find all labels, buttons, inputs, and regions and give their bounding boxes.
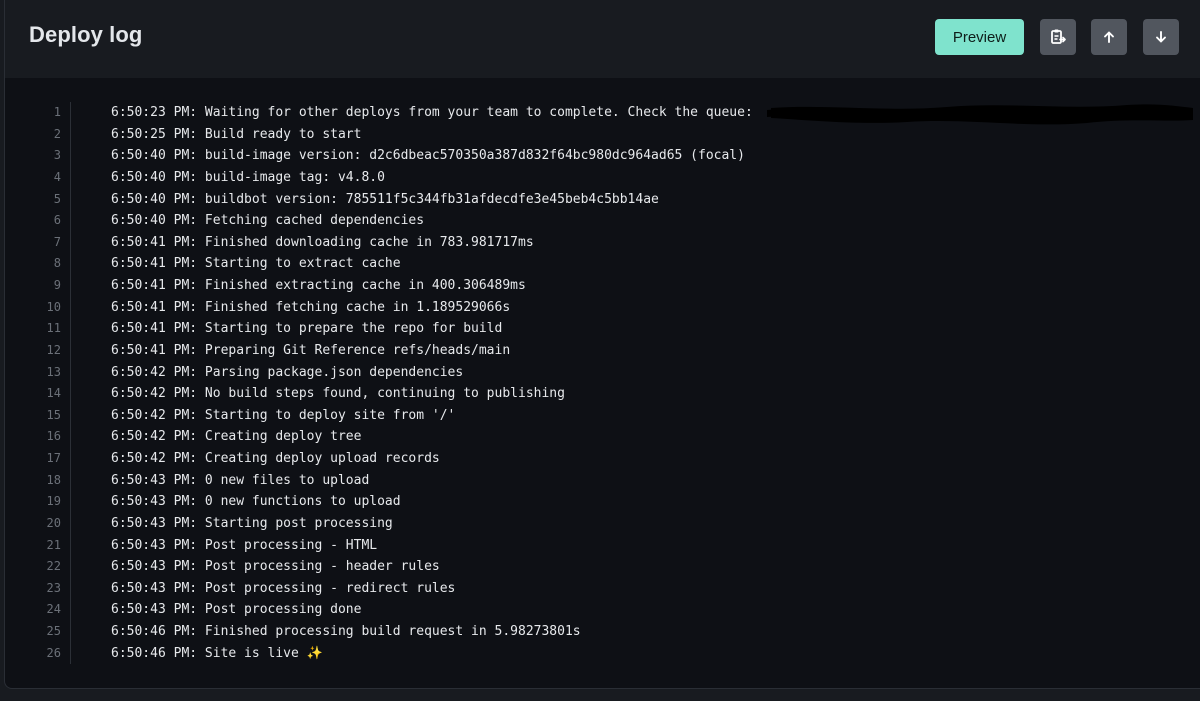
line-number: 4	[53, 169, 61, 184]
deploy-log-header: Deploy log Preview	[5, 0, 1200, 78]
line-number: 14	[46, 386, 61, 401]
log-line-text: 6:50:43 PM: 0 new files to upload	[111, 472, 370, 488]
line-number: 17	[46, 451, 61, 465]
line-number: 10	[46, 299, 61, 314]
log-line: 26 6:50:46 PM: Site is live ✨	[5, 643, 1200, 665]
scroll-to-top-button[interactable]	[1091, 19, 1127, 55]
log-line: 24 6:50:43 PM: Post processing done	[5, 599, 1200, 621]
line-number: 5	[53, 191, 61, 206]
log-line: 11 6:50:41 PM: Starting to prepare the re…	[5, 318, 1200, 340]
log-line: 17 6:50:42 PM: Creating deploy upload rec…	[5, 448, 1200, 470]
arrow-up-icon	[1104, 31, 1114, 43]
log-line: 8 6:50:41 PM: Starting to extract cache	[5, 253, 1200, 275]
log-line-text: 6:50:41 PM: Finished fetching cache in 1…	[111, 299, 511, 315]
clipboard-copy-icon	[1051, 29, 1066, 44]
arrow-down-icon	[1156, 31, 1166, 43]
log-line-text: 6:50:25 PM: Build ready to start	[111, 126, 362, 142]
log-line-text: 6:50:41 PM: Finished extracting cache in…	[111, 278, 526, 293]
preview-button[interactable]: Preview	[935, 19, 1024, 55]
line-number: 18	[46, 472, 61, 487]
line-number: 15	[46, 407, 61, 422]
page-title: Deploy log	[29, 22, 143, 47]
line-number: 25	[46, 624, 61, 638]
log-line: 19 6:50:43 PM: 0 new functions to upload	[5, 491, 1200, 513]
log-line-text: 6:50:43 PM: Post processing done	[111, 602, 362, 618]
log-line-text: 6:50:42 PM: Creating deploy upload recor…	[111, 451, 440, 466]
line-number: 3	[53, 148, 61, 163]
line-number: 8	[53, 256, 61, 271]
copy-log-button[interactable]	[1040, 19, 1076, 55]
log-line-text: 6:50:40 PM: build-image tag: v4.8.0	[111, 169, 385, 185]
log-line-text: 6:50:41 PM: Starting to extract cache	[111, 256, 401, 272]
log-line: 22 6:50:43 PM: Post processing - header r…	[5, 556, 1200, 578]
deploy-log-output: 1 6:50:23 PM: Waiting for other deploys f…	[5, 102, 1200, 664]
line-number: 9	[53, 278, 61, 292]
line-number: 1	[53, 105, 61, 119]
redacted-queue-link	[767, 104, 1193, 125]
log-line-text: 6:50:46 PM: Site is live ✨	[111, 645, 323, 661]
log-line: 10 6:50:41 PM: Finished fetching cache in…	[5, 297, 1200, 319]
log-line: 6 6:50:40 PM: Fetching cached dependencie…	[5, 210, 1200, 232]
log-line: 25 6:50:46 PM: Finished processing build …	[5, 621, 1200, 643]
line-number: 16	[46, 429, 61, 444]
line-number: 2	[53, 126, 61, 141]
scroll-to-bottom-button[interactable]	[1143, 19, 1179, 55]
line-number: 22	[46, 559, 61, 574]
line-number: 6	[53, 213, 61, 228]
log-line-text: 6:50:41 PM: Starting to prepare the repo…	[111, 321, 503, 337]
log-line-text: 6:50:43 PM: Post processing - HTML	[111, 537, 378, 553]
log-line: 14 6:50:42 PM: No build steps found, cont…	[5, 383, 1200, 405]
log-line-text: 6:50:46 PM: Finished processing build re…	[111, 624, 581, 639]
log-line-text: 6:50:43 PM: Post processing - redirect r…	[111, 580, 456, 596]
log-line-text: 6:50:23 PM: Waiting for other deploys fr…	[111, 105, 753, 120]
log-line: 23 6:50:43 PM: Post processing - redirect…	[5, 578, 1200, 600]
log-line-text: 6:50:43 PM: 0 new functions to upload	[111, 494, 401, 510]
log-line-text: 6:50:40 PM: buildbot version: 785511f5c3…	[111, 191, 659, 207]
log-line-text: 6:50:43 PM: Starting post processing	[111, 515, 393, 531]
log-line: 3 6:50:40 PM: build-image version: d2c6db…	[5, 145, 1200, 167]
log-line-text: 6:50:40 PM: build-image version: d2c6dbe…	[111, 148, 745, 164]
log-line: 7 6:50:41 PM: Finished downloading cache …	[5, 232, 1200, 254]
log-line-text: 6:50:41 PM: Preparing Git Reference refs…	[111, 342, 511, 358]
line-number: 13	[46, 364, 61, 379]
log-line-text: 6:50:42 PM: Parsing package.json depende…	[111, 364, 464, 380]
log-line-text: 6:50:43 PM: Post processing - header rul…	[111, 559, 440, 575]
log-line-text: 6:50:42 PM: Starting to deploy site from…	[111, 407, 456, 423]
log-line: 9 6:50:41 PM: Finished extracting cache i…	[5, 275, 1200, 297]
log-line-text: 6:50:42 PM: Creating deploy tree	[111, 429, 362, 445]
line-number: 19	[46, 494, 61, 509]
log-line: 13 6:50:42 PM: Parsing package.json depen…	[5, 362, 1200, 384]
line-number: 24	[46, 602, 61, 617]
line-number: 20	[46, 515, 61, 530]
line-number: 21	[46, 537, 61, 552]
line-number: 23	[46, 580, 61, 595]
log-line-text: 6:50:42 PM: No build steps found, contin…	[111, 386, 565, 402]
log-line: 18 6:50:43 PM: 0 new files to upload	[5, 470, 1200, 492]
line-number: 12	[46, 342, 61, 357]
line-number: 7	[53, 234, 61, 249]
log-line: 15 6:50:42 PM: Starting to deploy site fr…	[5, 405, 1200, 427]
log-line: 12 6:50:41 PM: Preparing Git Reference re…	[5, 340, 1200, 362]
log-line-text: 6:50:41 PM: Finished downloading cache i…	[111, 234, 534, 250]
log-line: 21 6:50:43 PM: Post processing - HTML	[5, 535, 1200, 557]
line-number: 11	[46, 321, 61, 336]
line-number: 26	[46, 645, 61, 660]
log-line: 16 6:50:42 PM: Creating deploy tree	[5, 426, 1200, 448]
log-line: 20 6:50:43 PM: Starting post processing	[5, 513, 1200, 535]
log-line-text: 6:50:40 PM: Fetching cached dependencies	[111, 213, 425, 229]
log-line: 5 6:50:40 PM: buildbot version: 785511f5c…	[5, 189, 1200, 211]
log-line: 4 6:50:40 PM: build-image tag: v4.8.0	[5, 167, 1200, 189]
deploy-log-panel: Deploy log Preview 1 6:50:23 PM: Waiting …	[4, 0, 1200, 689]
